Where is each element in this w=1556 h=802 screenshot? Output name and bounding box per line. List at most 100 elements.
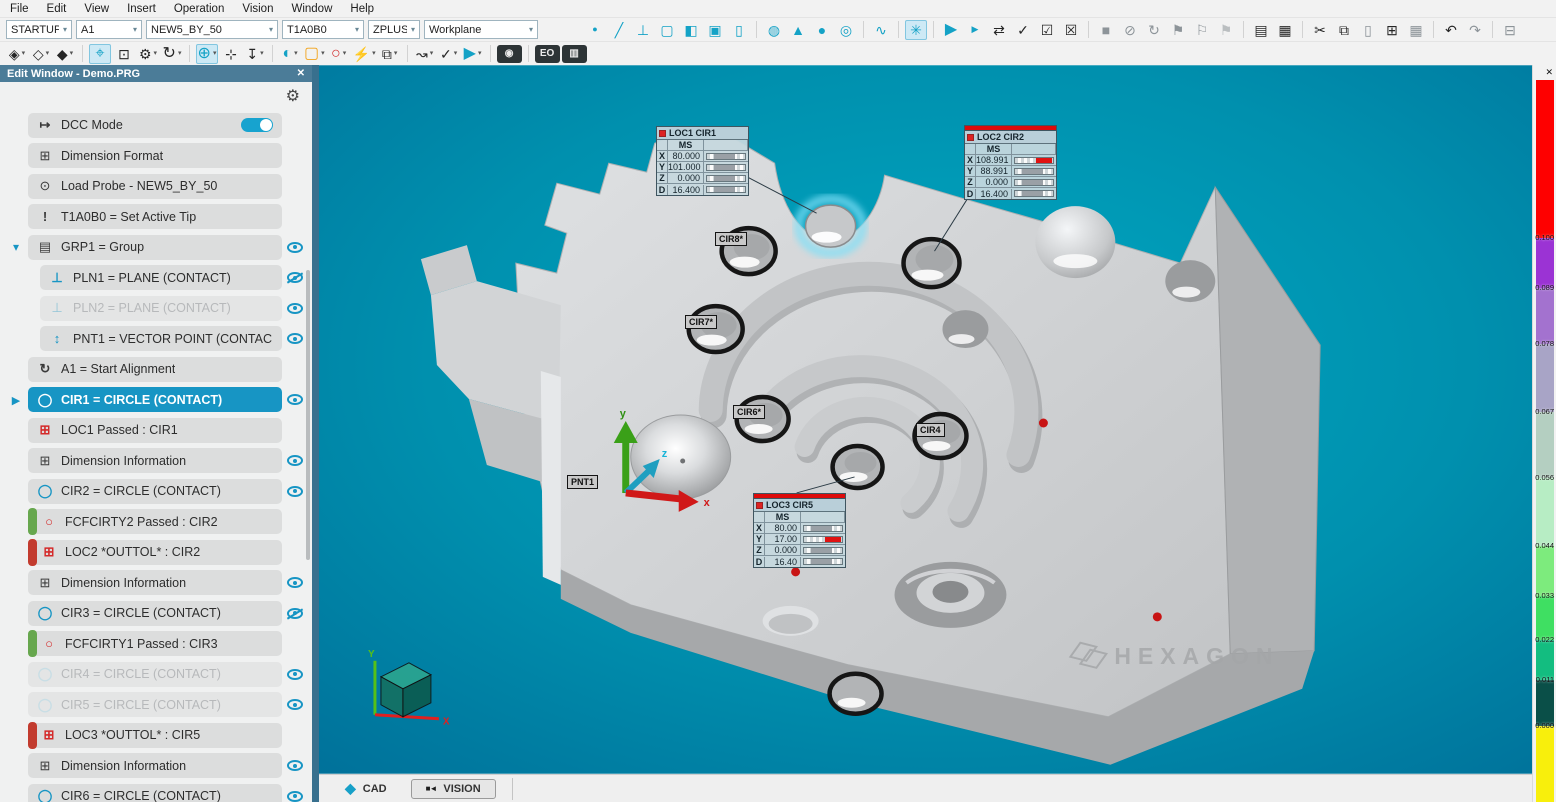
ellipse-feature-icon[interactable]: ◧ xyxy=(680,20,702,40)
command-item[interactable]: ↕ PNT1 = VECTOR POINT (CONTAC xyxy=(40,326,282,351)
command-item[interactable]: ▤ GRP1 = Group xyxy=(28,235,282,260)
toolbar-dropdown[interactable]: T1A0B0 xyxy=(282,20,364,39)
copy-icon[interactable]: ⧉ xyxy=(1333,20,1355,40)
slot-feature-icon[interactable]: ▣ xyxy=(704,20,726,40)
dcc-mode-toggle[interactable] xyxy=(241,118,273,132)
chevron-down-icon[interactable]: ▾ xyxy=(430,50,434,57)
sphere-view-icon[interactable]: ◐▾ xyxy=(279,44,301,64)
measurement-box-loc2[interactable]: LOC2 CIR2 MS X 108.991 Y xyxy=(964,125,1057,200)
cut-icon[interactable]: ✂ xyxy=(1309,20,1331,40)
cad-model-canvas[interactable]: HEXAGON y z x xyxy=(319,65,1532,774)
feature-label-cir4[interactable]: CIR4 xyxy=(916,423,945,437)
rect-feature-icon[interactable]: ▯ xyxy=(728,20,750,40)
goto-icon[interactable]: ↻ xyxy=(1143,20,1165,40)
chevron-down-icon[interactable]: ▾ xyxy=(178,50,182,57)
translate-mode-icon[interactable]: ⊕▾ xyxy=(196,44,218,64)
visibility-eye-icon[interactable] xyxy=(287,333,303,344)
command-item[interactable]: ◯ CIR4 = CIRCLE (CONTACT) xyxy=(28,662,282,687)
cylinder-icon[interactable]: ◍ xyxy=(763,20,785,40)
report-eo-icon[interactable]: EO xyxy=(535,45,560,63)
command-item[interactable]: ◯ CIR5 = CIRCLE (CONTACT) xyxy=(28,692,282,717)
comment-icon[interactable]: ⊡ xyxy=(113,44,135,64)
command-item[interactable]: ⊞ Dimension Information xyxy=(28,448,282,473)
menu-item[interactable]: Insert xyxy=(127,3,156,15)
menu-item[interactable]: Edit xyxy=(47,3,67,15)
panel-splitter[interactable] xyxy=(312,65,319,802)
pan-view-icon[interactable]: ⌖ xyxy=(89,44,111,64)
chevron-down-icon[interactable]: ▾ xyxy=(294,50,298,57)
chevron-down-icon[interactable]: ▾ xyxy=(213,50,217,57)
command-item[interactable]: ⊙ Load Probe - NEW5_BY_50 xyxy=(28,174,282,199)
probe-mode-icon[interactable]: ◈▾ xyxy=(6,44,28,64)
loop-icon[interactable]: ⇄ xyxy=(988,20,1010,40)
measured-hole-cir7[interactable] xyxy=(689,306,743,352)
point-icon[interactable]: ● xyxy=(584,20,606,40)
redo-icon[interactable]: ↷ xyxy=(1464,20,1486,40)
command-item[interactable]: ⊥ PLN2 = PLANE (CONTACT) xyxy=(40,296,282,321)
command-item[interactable]: ⊞ LOC3 *OUTTOL* : CIR5 xyxy=(32,723,282,748)
curve-icon[interactable]: ∿ xyxy=(870,20,892,40)
command-item[interactable]: ↻ A1 = Start Alignment xyxy=(28,357,282,382)
visibility-eye-icon[interactable] xyxy=(287,669,303,680)
menu-item[interactable]: Operation xyxy=(174,3,225,15)
chevron-down-icon[interactable]: ▾ xyxy=(46,50,50,57)
cad-viewport[interactable]: HEXAGON y z x xyxy=(319,65,1532,774)
rotate-view-icon[interactable]: ↻▾ xyxy=(161,44,183,64)
chevron-down-icon[interactable]: ▾ xyxy=(394,50,398,57)
tab-cad[interactable]: ◆ CAD xyxy=(331,777,401,800)
path-lines-icon[interactable]: ↝▾ xyxy=(414,44,436,64)
chevron-down-icon[interactable]: ▾ xyxy=(478,50,482,57)
no-entry-icon[interactable]: ⊘ xyxy=(1119,20,1141,40)
visibility-eye-icon[interactable] xyxy=(287,486,303,497)
toolbar-dropdown[interactable]: STARTUP xyxy=(6,20,72,39)
visibility-eye-icon[interactable] xyxy=(287,577,303,588)
menu-item[interactable]: View xyxy=(84,3,109,15)
measured-hole-cir6[interactable] xyxy=(737,397,789,441)
summary-mode-icon[interactable]: ▤ xyxy=(1250,20,1272,40)
menu-item[interactable]: Help xyxy=(350,3,374,15)
chevron-down-icon[interactable]: ▾ xyxy=(260,50,264,57)
circle-feature-icon[interactable]: ▢ xyxy=(656,20,678,40)
chevron-down-icon[interactable]: ▾ xyxy=(70,50,74,57)
gear-icon[interactable]: ⚙ xyxy=(286,86,300,106)
row-marker-icon[interactable] xyxy=(4,240,28,254)
toolbar-dropdown[interactable]: ZPLUS xyxy=(368,20,420,39)
command-item[interactable]: ↦ DCC Mode xyxy=(28,113,282,138)
quick-feature-icon[interactable]: ⚡▾ xyxy=(352,44,377,64)
bookmark-remove-icon[interactable]: ⚑ xyxy=(1215,20,1237,40)
auto-feature-icon[interactable]: ✳ xyxy=(905,20,927,40)
measured-hole-cir2[interactable] xyxy=(904,239,960,287)
command-item[interactable]: ⊞ LOC2 *OUTTOL* : CIR2 xyxy=(32,540,282,565)
feature-label-pnt1[interactable]: PNT1 xyxy=(567,475,598,489)
settings-gears-icon[interactable]: ⚙▾ xyxy=(137,44,159,64)
toolbar-dropdown[interactable]: NEW5_BY_50 xyxy=(146,20,278,39)
command-item[interactable]: ⊞ Dimension Format xyxy=(28,143,282,168)
close-icon[interactable]: ✕ xyxy=(1545,67,1553,78)
chevron-down-icon[interactable]: ▾ xyxy=(343,50,347,57)
selected-hole-cir1[interactable] xyxy=(799,199,863,253)
command-item[interactable]: ◯ CIR2 = CIRCLE (CONTACT) xyxy=(28,479,282,504)
measurement-box-loc1[interactable]: LOC1 CIR1 MS X 80.000 Y xyxy=(656,126,749,196)
wireframe-view-icon[interactable]: ◇▾ xyxy=(30,44,52,64)
visibility-eye-icon[interactable] xyxy=(287,699,303,710)
report-window-icon[interactable]: ▦ xyxy=(1274,20,1296,40)
chevron-down-icon[interactable]: ▾ xyxy=(22,50,26,57)
chevron-down-icon[interactable]: ▾ xyxy=(454,50,458,57)
command-item[interactable]: ⊞ LOC1 Passed : CIR1 xyxy=(28,418,282,443)
bookmark-icon[interactable]: ⚑ xyxy=(1167,20,1189,40)
feature-label-cir7[interactable]: CIR7* xyxy=(685,315,717,329)
edit-window-titlebar[interactable]: Edit Window - Demo.PRG ✕ xyxy=(0,65,312,82)
execute-feature-icon[interactable]: ▶ xyxy=(964,20,986,40)
measurement-box-loc3[interactable]: LOC3 CIR5 MS X 80.00 Y xyxy=(753,493,846,568)
measured-hole-cir5[interactable] xyxy=(833,446,883,488)
visibility-eye-icon[interactable] xyxy=(287,760,303,771)
toolbar-dropdown[interactable]: Workplane xyxy=(424,20,538,39)
command-item[interactable]: ! T1A0B0 = Set Active Tip xyxy=(28,204,282,229)
chevron-down-icon[interactable]: ▾ xyxy=(154,50,158,57)
toolbar-dropdown[interactable]: A1 xyxy=(76,20,142,39)
play-mode-icon[interactable]: ▶▾ xyxy=(462,44,484,64)
visibility-eye-icon[interactable] xyxy=(287,455,303,466)
feature-label-cir6[interactable]: CIR6* xyxy=(733,405,765,419)
stop-icon[interactable]: ■ xyxy=(1095,20,1117,40)
visibility-eye-icon[interactable] xyxy=(287,791,303,802)
